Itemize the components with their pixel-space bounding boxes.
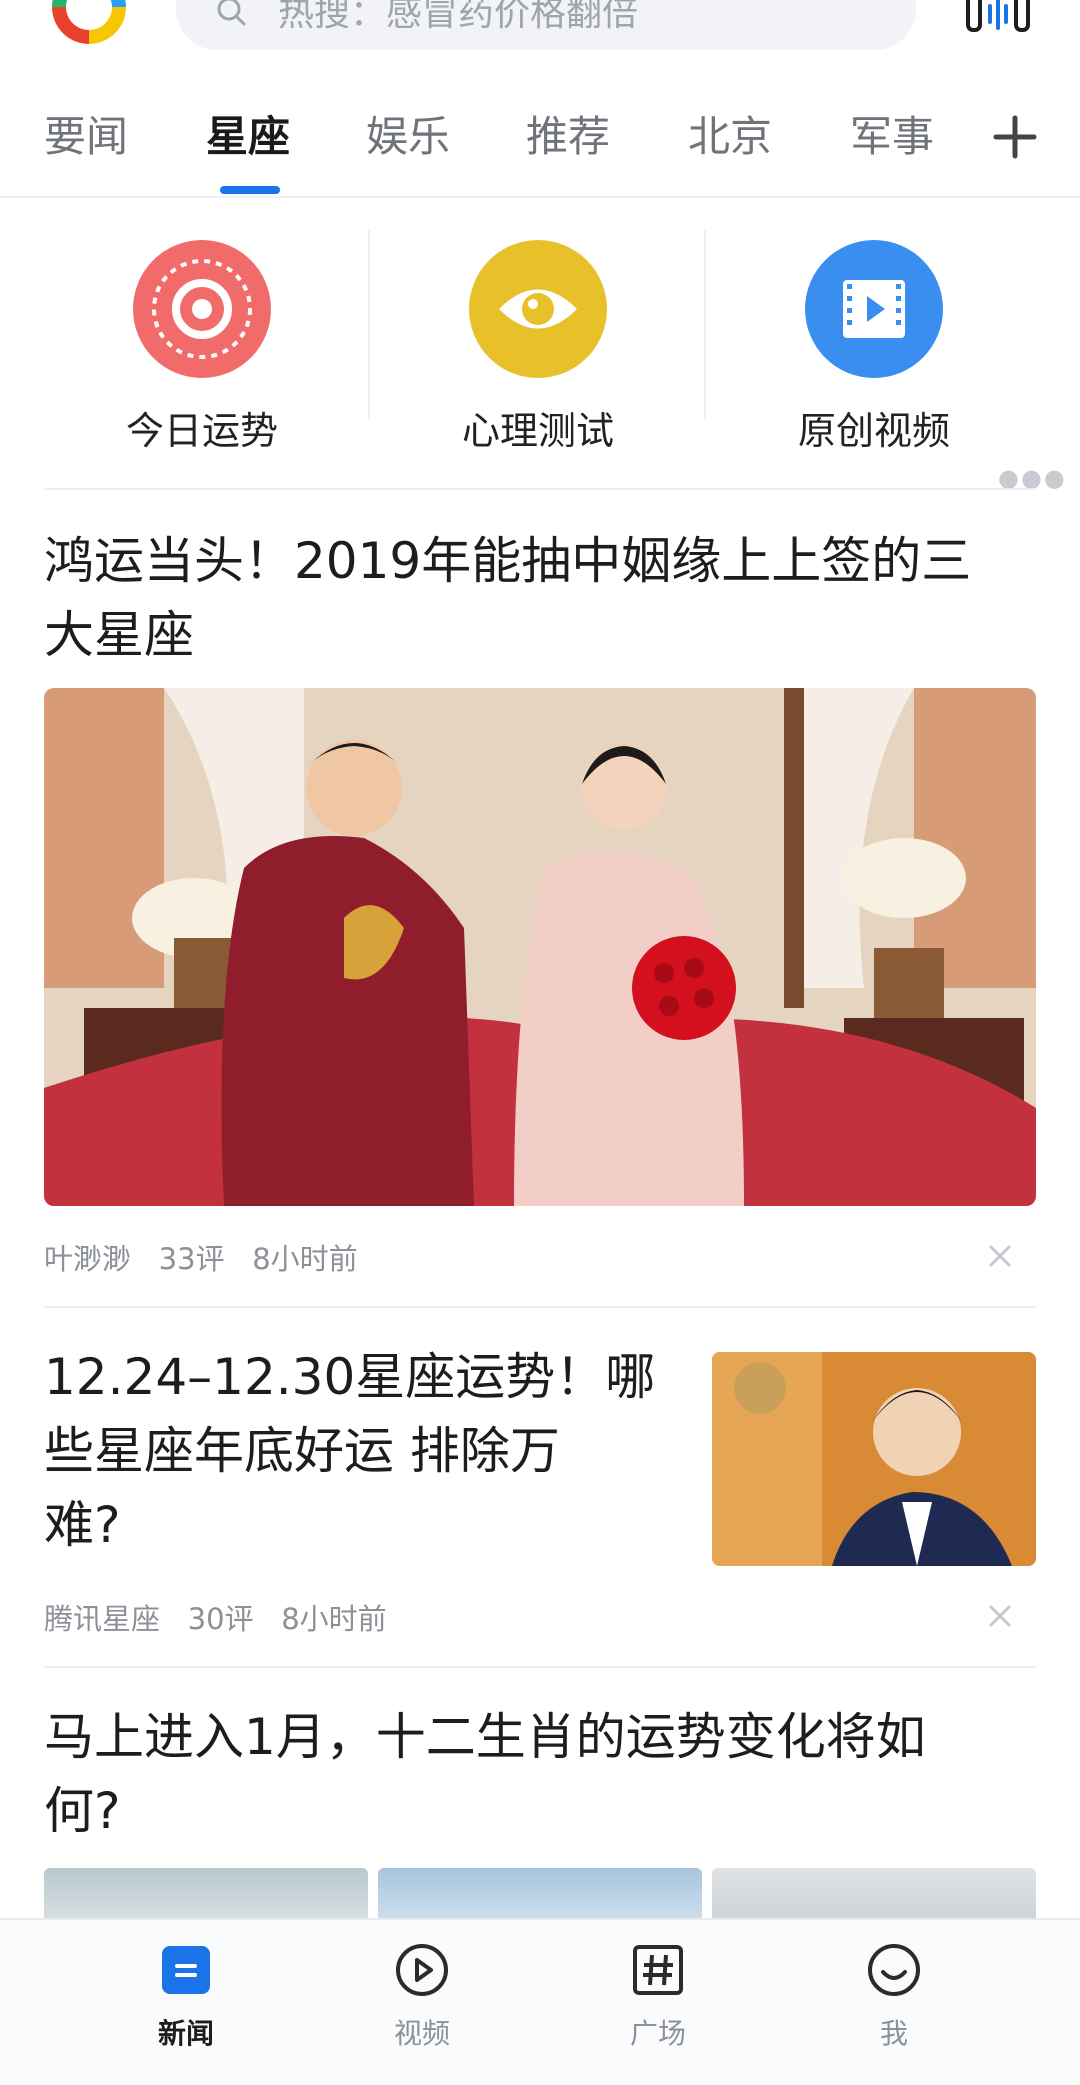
nav-news[interactable]: 新闻 xyxy=(116,1942,256,2052)
divider xyxy=(44,1666,1036,1668)
tab-beijing[interactable]: 北京 xyxy=(688,110,772,165)
article-title[interactable]: 12.24–12.30星座运势！哪 些星座年底好运 排除万 难? xyxy=(44,1340,684,1562)
nav-label: 视频 xyxy=(393,2017,450,2050)
search-bar[interactable]: 热搜：感冒药价格翻倍 xyxy=(176,0,916,50)
entry-label: 原创视频 xyxy=(797,409,950,453)
top-bar: 热搜：感冒药价格翻倍 xyxy=(0,0,1080,60)
radio-icon[interactable] xyxy=(964,0,1032,42)
hashtag-icon xyxy=(633,1945,683,1995)
entry-psych-test[interactable]: 心理测试 xyxy=(438,240,638,455)
article-source[interactable]: 腾讯星座 xyxy=(44,1602,160,1636)
add-channel-icon[interactable] xyxy=(990,112,1040,162)
app-logo[interactable] xyxy=(52,0,126,44)
article-meta: 叶渺渺 33评 8小时前 xyxy=(44,1236,358,1278)
article-meta: 腾讯星座 30评 8小时前 xyxy=(44,1596,387,1638)
article-thumbnail[interactable] xyxy=(712,1352,1036,1566)
divider xyxy=(368,230,370,420)
article-time: 8小时前 xyxy=(281,1602,387,1636)
article-comments: 33评 xyxy=(158,1242,225,1276)
play-circle-icon xyxy=(396,1944,448,1996)
nav-label: 新闻 xyxy=(157,2017,214,2050)
channel-tabs: 要闻 星座 娱乐 推荐 北京 军事 xyxy=(0,92,1080,198)
divider xyxy=(44,1306,1036,1308)
astrolabe-icon xyxy=(133,240,271,378)
article-time: 8小时前 xyxy=(252,1242,358,1276)
article-title[interactable]: 马上进入1月，十二生肖的运势变化将如 何? xyxy=(44,1700,926,1848)
news-icon xyxy=(162,1946,210,1994)
tab-tuijian[interactable]: 推荐 xyxy=(526,110,610,165)
article-title[interactable]: 鸿运当头！2019年能抽中姻缘上上签的三 大星座 xyxy=(44,524,971,672)
divider xyxy=(44,488,1036,490)
nav-square[interactable]: 广场 xyxy=(588,1942,728,2052)
tab-xingzuo[interactable]: 星座 xyxy=(206,110,290,165)
dismiss-icon[interactable] xyxy=(984,1600,1016,1632)
tab-junshi[interactable]: 军事 xyxy=(850,110,934,165)
article-source[interactable]: 叶渺渺 xyxy=(44,1242,131,1276)
nav-label: 我 xyxy=(879,2017,908,2050)
tab-yaowen[interactable]: 要闻 xyxy=(44,110,128,165)
nav-label: 广场 xyxy=(629,2017,686,2050)
bottom-nav: 新闻 视频 广场 我 xyxy=(0,1918,1080,2085)
nav-video[interactable]: 视频 xyxy=(352,1942,492,2052)
dismiss-icon[interactable] xyxy=(984,1240,1016,1272)
tab-yule[interactable]: 娱乐 xyxy=(366,110,450,165)
search-icon xyxy=(217,0,246,26)
entry-label: 心理测试 xyxy=(461,409,614,453)
eye-icon xyxy=(469,240,607,378)
search-placeholder: 热搜：感冒药价格翻倍 xyxy=(278,0,639,34)
divider xyxy=(704,230,706,420)
entry-daily-horoscope[interactable]: 今日运势 xyxy=(102,240,302,455)
entry-original-video[interactable]: 原创视频 xyxy=(774,240,974,455)
video-play-icon xyxy=(805,240,943,378)
nav-me[interactable]: 我 xyxy=(824,1942,964,2052)
entry-label: 今日运势 xyxy=(125,409,278,453)
smile-icon xyxy=(868,1944,920,1996)
article-comments: 30评 xyxy=(187,1602,254,1636)
article-image[interactable] xyxy=(44,688,1036,1206)
active-tab-indicator xyxy=(220,186,280,194)
